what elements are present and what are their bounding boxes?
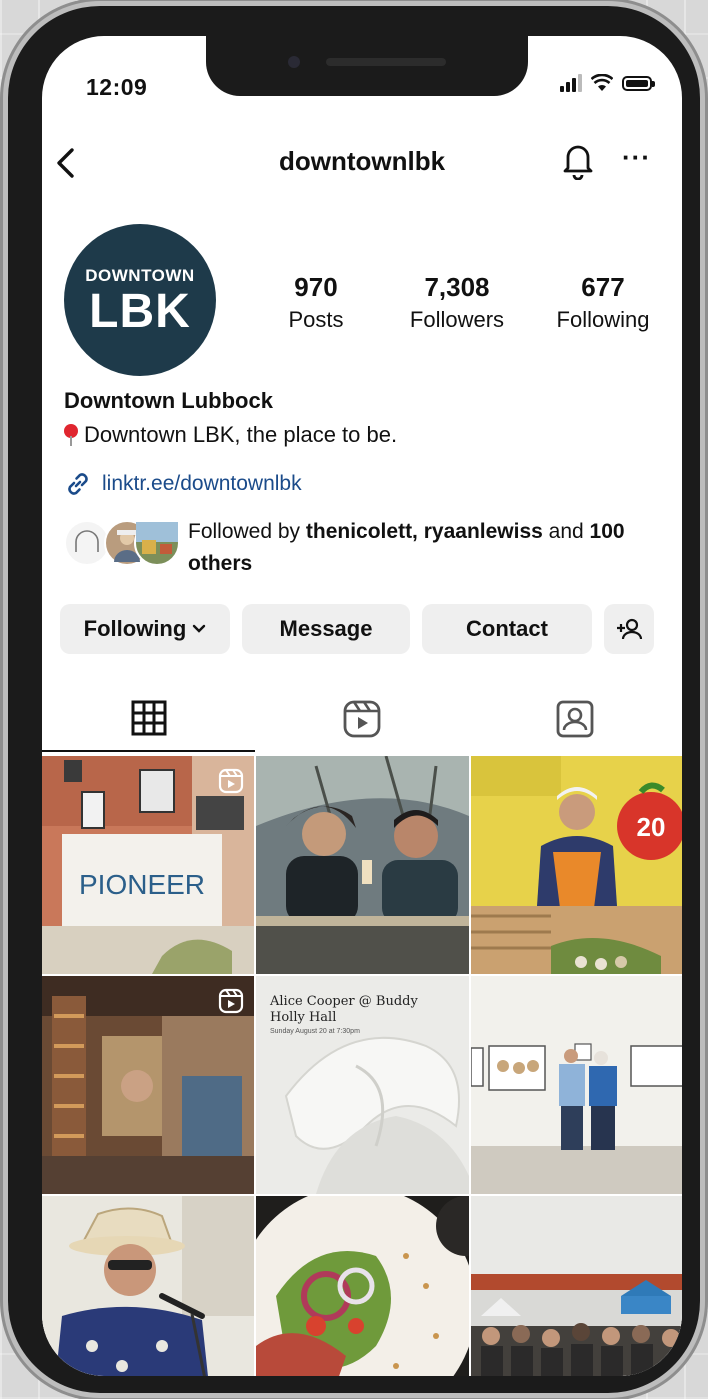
message-button-label: Message <box>279 616 373 641</box>
tab-posts-grid[interactable] <box>42 686 255 752</box>
svg-text:20: 20 <box>637 812 666 842</box>
stat-value: 970 <box>294 272 338 302</box>
svg-text:PIONEER: PIONEER <box>79 869 205 900</box>
stat-followers[interactable]: 7,308 Followers <box>382 272 532 333</box>
bio-text: Downtown LBK, the place to be. <box>84 422 398 447</box>
tab-reels[interactable] <box>255 686 468 752</box>
stat-label: Posts <box>288 307 344 332</box>
post-thumbnail[interactable]: Alice Cooper @ Buddy Holly Hall Sunday A… <box>256 976 469 1194</box>
add-person-icon <box>617 618 643 640</box>
profile-stats: 970 Posts 7,308 Followers 677 Following <box>272 272 672 333</box>
profile-bio: Downtown LBK, the place to be. <box>64 422 397 448</box>
front-camera <box>288 56 300 68</box>
contact-button[interactable]: Contact <box>422 604 592 654</box>
link-text: linktr.ee/downtownlbk <box>102 472 302 495</box>
phone-screen: 12:09 downtownlbk ··· DOWNTOWN LBK 970 P… <box>42 36 682 1376</box>
suggest-people-button[interactable] <box>604 604 654 654</box>
reel-badge-icon <box>218 988 244 1014</box>
post-thumbnail[interactable] <box>256 1196 469 1376</box>
message-button[interactable]: Message <box>242 604 410 654</box>
more-options-icon[interactable]: ··· <box>622 144 652 172</box>
stat-following[interactable]: 677 Following <box>538 272 668 333</box>
phone-frame: 12:09 downtownlbk ··· DOWNTOWN LBK 970 P… <box>8 6 700 1393</box>
signal-icon <box>560 74 582 92</box>
avatar-big-text: LBK <box>89 285 191 338</box>
post-image <box>256 756 469 974</box>
event-title: Alice Cooper @ Buddy Holly Hall <box>270 994 418 1025</box>
bell-icon[interactable] <box>560 140 596 180</box>
grid-icon <box>131 700 166 736</box>
earpiece <box>326 58 446 66</box>
post-thumbnail[interactable] <box>471 976 682 1194</box>
battery-icon <box>622 75 655 91</box>
post-image <box>256 1196 469 1376</box>
status-time: 12:09 <box>86 74 148 100</box>
post-thumbnail[interactable] <box>471 1196 682 1376</box>
tagged-person-icon <box>556 700 593 738</box>
post-thumbnail[interactable]: 20 <box>471 756 682 974</box>
profile-action-buttons: Following Message Contact <box>60 604 670 654</box>
stat-value: 677 <box>581 272 625 302</box>
followed-by[interactable]: Followed by thenicolett, ryaanlewiss and… <box>64 516 664 586</box>
link-icon <box>68 473 88 495</box>
post-image <box>471 1196 682 1376</box>
profile-full-name: Downtown Lubbock <box>64 388 273 413</box>
status-icons <box>560 74 655 92</box>
profile-avatar[interactable]: DOWNTOWN LBK <box>64 224 216 376</box>
tab-tagged[interactable] <box>468 686 681 752</box>
reel-badge-icon <box>218 768 244 794</box>
profile-tabs <box>42 686 682 752</box>
post-image: 20 <box>471 756 682 974</box>
wifi-icon <box>591 74 613 91</box>
stat-label: Following <box>556 307 650 332</box>
pin-icon <box>64 424 78 446</box>
post-thumbnail[interactable] <box>42 1196 254 1376</box>
followed-by-text: Followed by thenicolett, ryaanlewiss and… <box>188 520 625 575</box>
event-subtitle: Sunday August 20 at 7:30pm <box>270 1028 360 1035</box>
profile-link[interactable]: linktr.ee/downtownlbk <box>64 470 302 498</box>
stat-value: 7,308 <box>424 272 490 302</box>
reels-icon <box>343 700 380 738</box>
post-thumbnail[interactable] <box>42 976 254 1194</box>
stat-label: Followers <box>409 307 505 332</box>
avatar-small-text: DOWNTOWN <box>85 266 195 285</box>
notch <box>206 36 528 96</box>
post-image <box>42 1196 254 1376</box>
post-thumbnail[interactable]: PIONEER <box>42 756 254 974</box>
post-grid: PIONEER 20 Alice Cooper @ Buddy Holly Ha… <box>42 756 682 1376</box>
follower-avatar <box>134 520 180 566</box>
post-image <box>471 976 682 1194</box>
chevron-down-icon <box>193 624 206 633</box>
post-thumbnail[interactable] <box>256 756 469 974</box>
following-button[interactable]: Following <box>60 604 230 654</box>
following-button-label: Following <box>83 616 187 641</box>
profile-header: downtownlbk ··· <box>42 136 682 186</box>
stat-posts[interactable]: 970 Posts <box>272 272 360 333</box>
contact-button-label: Contact <box>466 616 548 641</box>
